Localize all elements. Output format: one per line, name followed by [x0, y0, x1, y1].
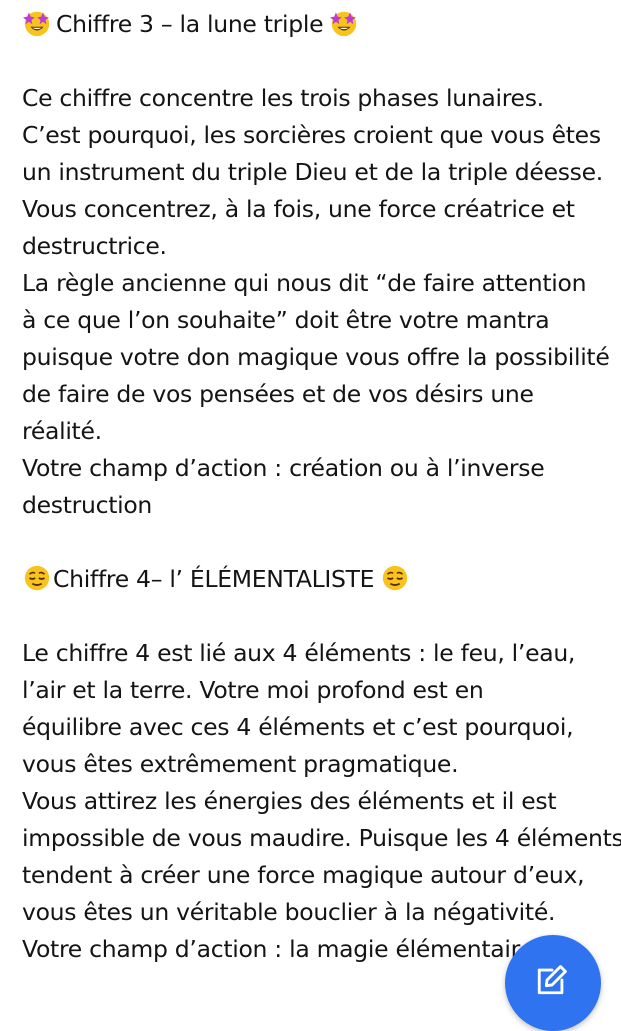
- paragraph-line: Votre champ d’action : création ou à l’i…: [22, 454, 545, 482]
- star-struck-emoji-icon: [23, 11, 50, 37]
- relieved-face-emoji-icon: [383, 565, 408, 591]
- paragraph-line: un instrument du triple Dieu et de la tr…: [22, 158, 603, 186]
- edit-icon: [537, 965, 567, 995]
- paragraph-line: l’air et la terre. Votre moi profond est…: [22, 676, 484, 704]
- paragraph-line: puisque votre don magique vous offre la …: [22, 343, 610, 371]
- section-3-heading: Chiffre 3 – la lune triple: [22, 6, 612, 43]
- paragraph-line: vous êtes extrêmement pragmatique.: [22, 750, 459, 778]
- section-4-title: Chiffre 4– l’ ÉLÉMENTALISTE: [53, 565, 375, 593]
- paragraph-line: réalité.: [22, 417, 102, 445]
- paragraph-line: Ce chiffre concentre les trois phases lu…: [22, 84, 544, 112]
- paragraph-line: à ce que l’on souhaite” doit être votre …: [22, 306, 550, 334]
- paragraph-line: vous êtes un véritable bouclier à la nég…: [22, 898, 556, 926]
- star-struck-emoji-icon: [330, 11, 357, 37]
- compose-button[interactable]: [505, 935, 601, 1031]
- relieved-face-emoji-icon: [24, 565, 50, 591]
- paragraph-line: C’est pourquoi, les sorcières croient qu…: [22, 121, 601, 149]
- paragraph-line: La règle ancienne qui nous dit “de faire…: [22, 269, 587, 297]
- paragraph-line: destructrice.: [22, 232, 167, 260]
- paragraph-line: équilibre avec ces 4 éléments et c’est p…: [22, 713, 574, 741]
- paragraph-line: de faire de vos pensées et de vos désirs…: [22, 380, 534, 408]
- post-content: Chiffre 3 – la lune triple Ce chiffre co…: [22, 6, 621, 968]
- section-4-heading: Chiffre 4– l’ ÉLÉMENTALISTE: [22, 561, 612, 598]
- section-3-title: Chiffre 3 – la lune triple: [56, 10, 324, 38]
- paragraph-line: Le chiffre 4 est lié aux 4 éléments : le…: [22, 639, 576, 667]
- paragraph-line: tendent à créer une force magique autour…: [22, 861, 585, 889]
- paragraph-line: impossible de vous maudire. Puisque les …: [22, 824, 621, 852]
- paragraph-line: Vous attirez les énergies des éléments e…: [22, 787, 557, 815]
- paragraph-line: Vous concentrez, à la fois, une force cr…: [22, 195, 575, 223]
- paragraph-line: destruction: [22, 491, 153, 519]
